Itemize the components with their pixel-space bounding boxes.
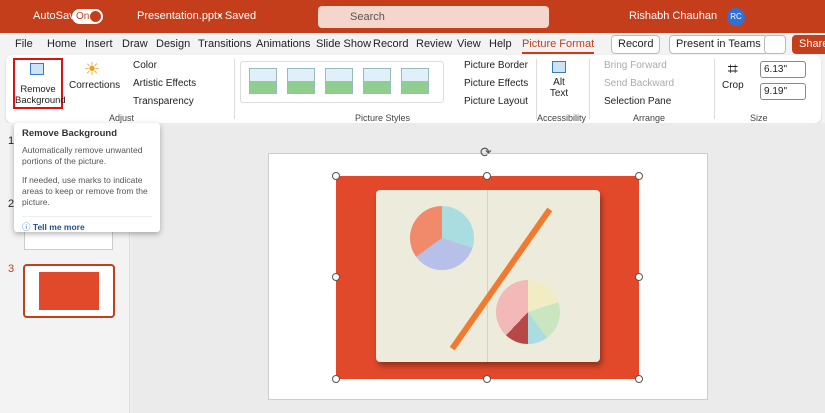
save-status[interactable]: • Saved [218, 10, 256, 22]
avatar[interactable]: RC [727, 8, 745, 26]
record-button[interactable]: Record [611, 35, 661, 54]
present-in-teams-button[interactable]: Present in Teams [669, 35, 768, 54]
style-thumbnail[interactable] [401, 68, 429, 94]
group-size-label: Size [750, 113, 768, 123]
tab-design[interactable]: Design [156, 38, 190, 50]
style-thumbnail[interactable] [287, 68, 315, 94]
tab-help[interactable]: Help [489, 38, 512, 50]
tab-animations[interactable]: Animations [256, 38, 310, 50]
picture-styles-gallery[interactable] [240, 61, 444, 103]
user-name[interactable]: Rishabh Chauhan [629, 10, 717, 22]
selection-pane-button[interactable]: Selection Pane [604, 96, 671, 107]
picture-layout-button[interactable]: Picture Layout [464, 96, 528, 107]
divider [536, 59, 537, 119]
tell-me-more-link[interactable]: ⓘ Tell me more [22, 216, 152, 233]
tab-home[interactable]: Home [47, 38, 76, 50]
bring-forward-button[interactable]: Bring Forward [604, 60, 667, 71]
filename: Presentation.pptx [137, 10, 223, 22]
rotate-handle-icon[interactable]: ⟳ [480, 144, 492, 161]
resize-handle[interactable] [483, 375, 491, 383]
tooltip-text: If needed, use marks to indicate areas t… [22, 175, 148, 207]
tab-review[interactable]: Review [416, 38, 452, 50]
comments-button[interactable] [764, 35, 786, 54]
tab-file[interactable]: File [15, 38, 33, 50]
width-input[interactable]: 9.19" [760, 83, 806, 100]
group-adjust-label: Adjust [109, 113, 135, 123]
group-arrange-label: Arrange [633, 113, 666, 123]
divider [714, 59, 715, 119]
divider [589, 59, 590, 119]
resize-handle[interactable] [332, 273, 340, 281]
thumbnail-image [39, 272, 99, 310]
remove-background-button[interactable]: Remove Background [13, 58, 66, 109]
send-backward-button[interactable]: Send Backward [604, 78, 674, 89]
tab-record[interactable]: Record [373, 38, 408, 50]
slide-thumbnail-3[interactable] [23, 264, 115, 318]
tab-slide-show[interactable]: Slide Show [316, 38, 371, 50]
style-thumbnail[interactable] [325, 68, 353, 94]
title-bar: AutoSave On Presentation.pptx • Saved Se… [0, 0, 825, 33]
ribbon: Remove Background ☀ Corrections Color Ar… [6, 55, 821, 123]
height-input[interactable]: 6.13" [760, 61, 806, 78]
style-thumbnail[interactable] [363, 68, 391, 94]
alt-text-button[interactable]: Alt Text [546, 61, 572, 99]
search-input[interactable]: Search [318, 6, 549, 28]
group-accessibility-label: Accessibility [537, 113, 587, 123]
divider [234, 59, 235, 119]
transparency-button[interactable]: Transparency [133, 96, 194, 107]
color-button[interactable]: Color [133, 60, 157, 71]
tab-draw[interactable]: Draw [122, 38, 148, 50]
autosave-toggle[interactable]: On [72, 9, 103, 24]
resize-handle[interactable] [635, 273, 643, 281]
resize-handle[interactable] [332, 375, 340, 383]
tab-transitions[interactable]: Transitions [198, 38, 251, 50]
resize-handle[interactable] [635, 172, 643, 180]
tooltip-title: Remove Background [22, 128, 118, 139]
notebook-image [376, 190, 600, 362]
remove-background-icon [30, 63, 44, 75]
resize-handle[interactable] [483, 172, 491, 180]
help-icon: ⓘ [22, 222, 31, 232]
selected-picture[interactable] [336, 176, 639, 379]
picture-effects-button[interactable]: Picture Effects [464, 78, 528, 89]
alt-text-icon [552, 61, 566, 73]
ribbon-tabs: File Home Insert Draw Design Transitions… [0, 33, 825, 55]
tooltip-text: Automatically remove unwanted portions o… [22, 145, 143, 166]
crop-icon: ⌗ [727, 59, 738, 79]
share-button[interactable]: Share [792, 35, 825, 54]
style-thumbnail[interactable] [249, 68, 277, 94]
resize-handle[interactable] [332, 172, 340, 180]
tab-view[interactable]: View [457, 38, 481, 50]
crop-button[interactable]: ⌗ Crop [722, 59, 744, 91]
slide-number: 3 [8, 263, 15, 275]
pie-image [496, 280, 560, 344]
remove-background-tooltip: Remove Background Automatically remove u… [14, 123, 160, 232]
picture-border-button[interactable]: Picture Border [464, 60, 528, 71]
tab-insert[interactable]: Insert [85, 38, 113, 50]
sun-icon: ☀ [83, 59, 101, 79]
artistic-effects-button[interactable]: Artistic Effects [133, 78, 196, 89]
tab-picture-format[interactable]: Picture Format [522, 38, 595, 54]
corrections-button[interactable]: ☀ Corrections [69, 59, 120, 91]
resize-handle[interactable] [635, 375, 643, 383]
group-picture-styles-label: Picture Styles [355, 113, 411, 123]
pie-image [410, 206, 474, 270]
